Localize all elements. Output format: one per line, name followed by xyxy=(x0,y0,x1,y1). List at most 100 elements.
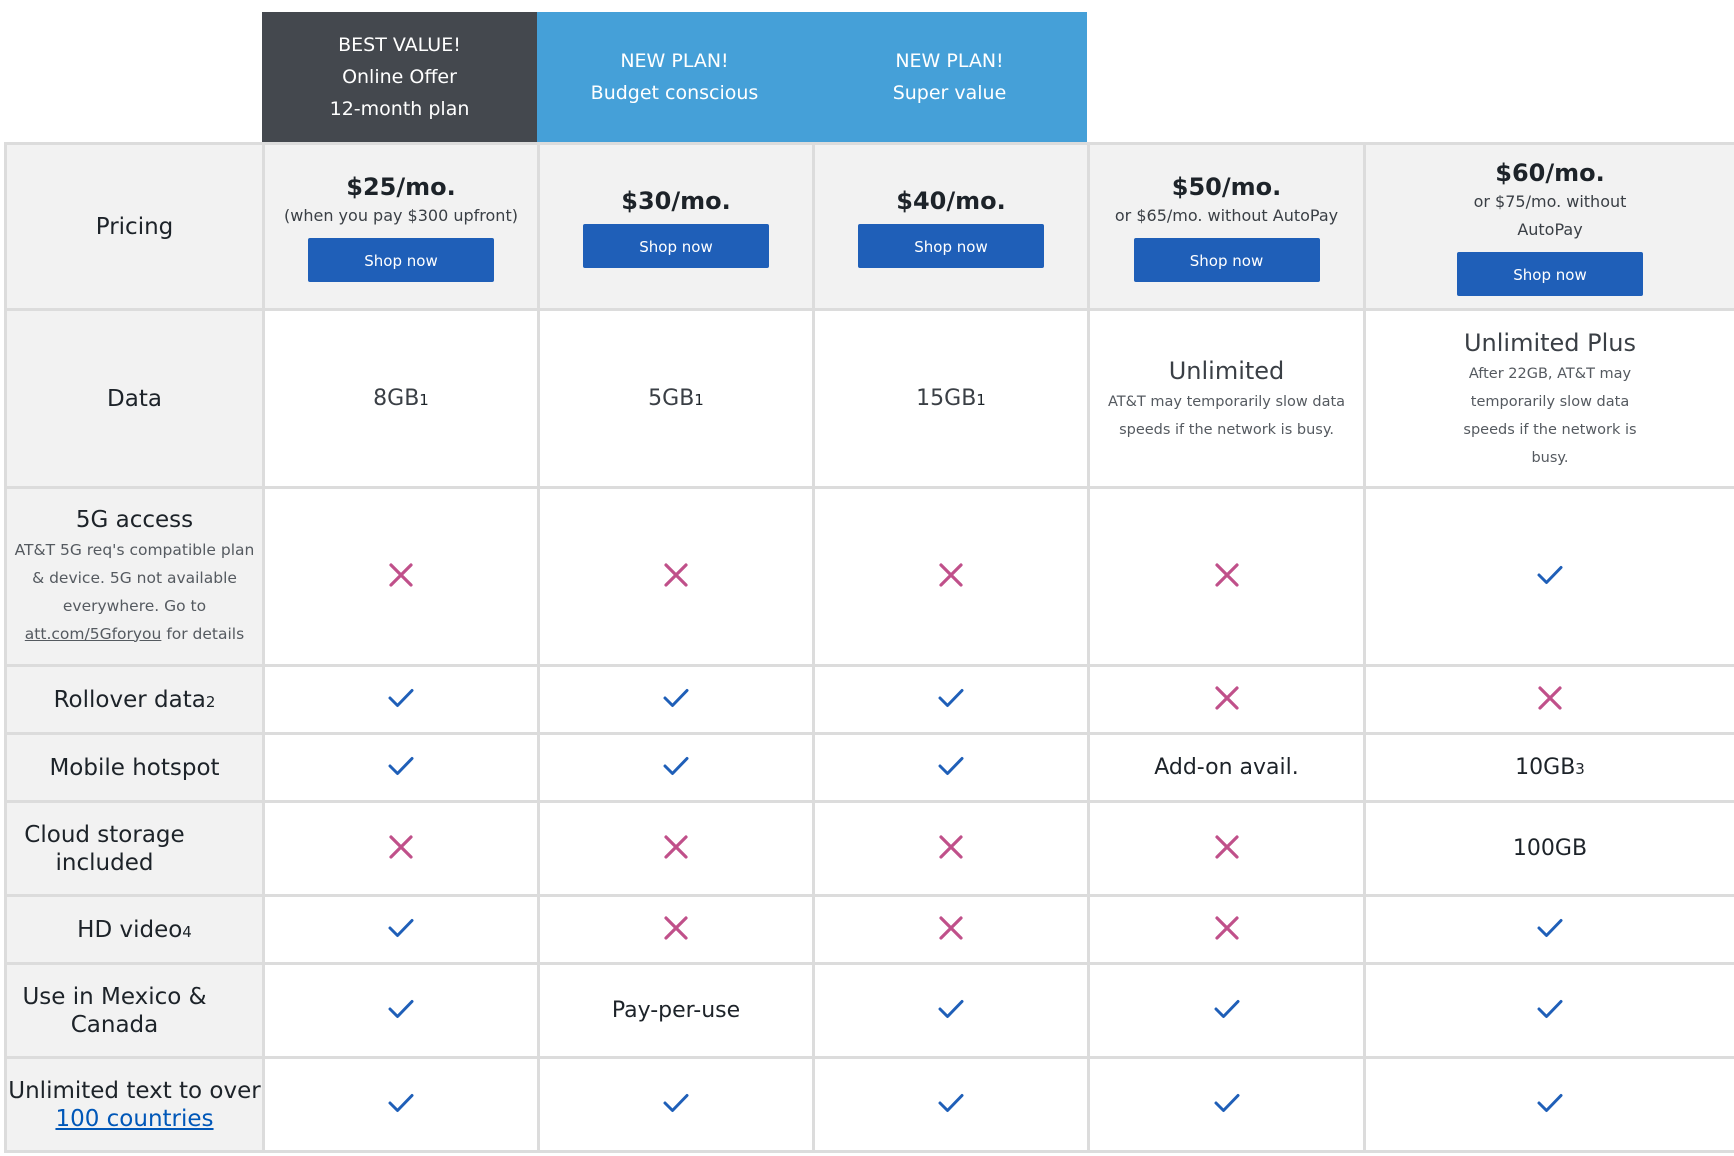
check-icon xyxy=(1537,918,1563,937)
banner-line: 12-month plan xyxy=(329,98,470,120)
row-label: Mobile hotspot xyxy=(49,754,220,781)
x-icon xyxy=(1214,685,1239,710)
x-icon xyxy=(1214,915,1239,940)
price: $50/mo. xyxy=(1171,172,1282,201)
price-cell: $30/mo. Shop now xyxy=(537,142,815,311)
feature-cell xyxy=(1363,486,1734,667)
check-icon xyxy=(388,688,414,707)
data-cell: 8GB1 xyxy=(262,308,540,489)
x-icon xyxy=(389,562,413,587)
check-icon xyxy=(1214,1093,1239,1112)
footnote-marker: 1 xyxy=(694,391,704,409)
price-note: or $75/mo. without AutoPay xyxy=(1473,191,1627,239)
check-icon xyxy=(938,1093,964,1112)
check-icon xyxy=(938,756,964,775)
feature-cell xyxy=(537,664,815,735)
feature-cell xyxy=(1087,486,1366,667)
data-note: After 22GB, AT&T may temporarily slow da… xyxy=(1463,365,1637,466)
row-label-cell: Data xyxy=(4,308,265,489)
banner-line: Budget conscious xyxy=(590,82,759,104)
x-icon xyxy=(939,915,963,940)
price-note: or $65/mo. without AutoPay xyxy=(1114,205,1339,225)
feature-cell xyxy=(1087,894,1366,965)
feature-cell xyxy=(1363,664,1734,735)
x-icon xyxy=(939,562,963,587)
row-sub-label: AT&T 5G req's compatible plan & device. … xyxy=(7,536,262,648)
feature-cell xyxy=(1363,894,1734,965)
row-label-cell: Unlimited text to over 100 countries xyxy=(4,1056,265,1153)
shop-now-button[interactable]: Shop now xyxy=(1457,251,1643,296)
footnote-marker: 1 xyxy=(419,391,429,409)
price-cell: $40/mo. Shop now xyxy=(812,142,1090,311)
fiveg-row: 5G access AT&T 5G req's compatible plan … xyxy=(4,486,1734,667)
row-label: HD video xyxy=(77,916,183,943)
check-icon xyxy=(938,688,964,707)
price: $40/mo. xyxy=(896,186,1006,215)
feature-cell xyxy=(262,800,540,897)
hotspot-row: Mobile hotspot Add-on avail. 10GB3 xyxy=(4,732,1734,803)
row-label-cell: Mobile hotspot xyxy=(4,732,265,803)
footnote-marker: 1 xyxy=(976,391,986,409)
price-cell: $50/mo. or $65/mo. without AutoPay Shop … xyxy=(1087,142,1366,311)
shop-now-button[interactable]: Shop now xyxy=(858,223,1044,268)
check-icon xyxy=(388,999,414,1018)
data-cell: 15GB1 xyxy=(812,308,1090,489)
shop-now-button[interactable]: Shop now xyxy=(308,237,494,282)
feature-cell xyxy=(262,732,540,803)
row-label-cell: HD video4 xyxy=(4,894,265,965)
check-icon xyxy=(663,688,689,707)
feature-cell xyxy=(1363,1056,1734,1153)
data-value: 8GB xyxy=(373,386,420,411)
data-cell: Unlimited AT&T may temporarily slow data… xyxy=(1087,308,1366,489)
price-cell: $60/mo. or $75/mo. without AutoPay Shop … xyxy=(1363,142,1734,311)
banner-best-value: BEST VALUE! Online Offer 12-month plan xyxy=(262,12,537,142)
fiveg-note-suffix: for details xyxy=(166,624,245,643)
feature-cell xyxy=(1087,1056,1366,1153)
row-label-cell: 5G access AT&T 5G req's compatible plan … xyxy=(4,486,265,667)
shop-now-button[interactable]: Shop now xyxy=(583,223,769,268)
data-cell: 5GB1 xyxy=(537,308,815,489)
feature-cell: Pay-per-use xyxy=(537,962,815,1059)
banner-line: NEW PLAN! xyxy=(895,50,1004,72)
plan-comparison-table: Pricing $25/mo. (when you pay $300 upfro… xyxy=(4,142,1734,1153)
data-note: AT&T may temporarily slow data speeds if… xyxy=(1107,393,1346,438)
row-label: Cloud storage included xyxy=(24,821,185,876)
fiveg-note-text: AT&T 5G req's compatible plan & device. … xyxy=(14,540,255,615)
fiveg-info-link[interactable]: att.com/5Gforyou xyxy=(25,625,162,643)
feature-cell xyxy=(262,894,540,965)
data-value: 5GB xyxy=(648,386,695,411)
check-icon xyxy=(1214,999,1239,1018)
feature-cell xyxy=(537,486,815,667)
shop-now-button[interactable]: Shop now xyxy=(1133,237,1320,282)
check-icon xyxy=(938,999,964,1018)
hotspot-value: 10GB xyxy=(1515,755,1576,780)
check-icon xyxy=(1537,1093,1563,1112)
x-icon xyxy=(939,834,963,859)
row-label: Data xyxy=(107,385,162,412)
footnote-marker: 3 xyxy=(1575,760,1585,778)
feature-cell xyxy=(537,1056,815,1153)
check-icon xyxy=(388,918,414,937)
row-label: Use in Mexico & Canada xyxy=(22,983,207,1038)
check-icon xyxy=(663,1093,689,1112)
feature-cell xyxy=(1363,962,1734,1059)
x-icon xyxy=(1538,685,1562,710)
x-icon xyxy=(1214,834,1239,859)
banner-line: Super value xyxy=(892,82,1007,104)
footnote-marker: 4 xyxy=(182,922,192,941)
row-label: Rollover data xyxy=(53,686,206,713)
price: $25/mo. xyxy=(346,172,456,201)
price-note: (when you pay $300 upfront) xyxy=(284,205,518,225)
x-icon xyxy=(1214,562,1239,587)
feature-cell xyxy=(262,486,540,667)
feature-cell xyxy=(1087,800,1366,897)
feature-cell xyxy=(812,732,1090,803)
banner-budget-conscious: NEW PLAN! Budget conscious xyxy=(537,12,812,142)
hotspot-value: Add-on avail. xyxy=(1154,755,1299,780)
data-value: 15GB xyxy=(916,386,977,411)
countries-link[interactable]: 100 countries xyxy=(55,1106,213,1132)
feature-cell xyxy=(812,800,1090,897)
x-icon xyxy=(664,915,688,940)
feature-cell xyxy=(812,486,1090,667)
row-label: Pricing xyxy=(95,213,174,240)
